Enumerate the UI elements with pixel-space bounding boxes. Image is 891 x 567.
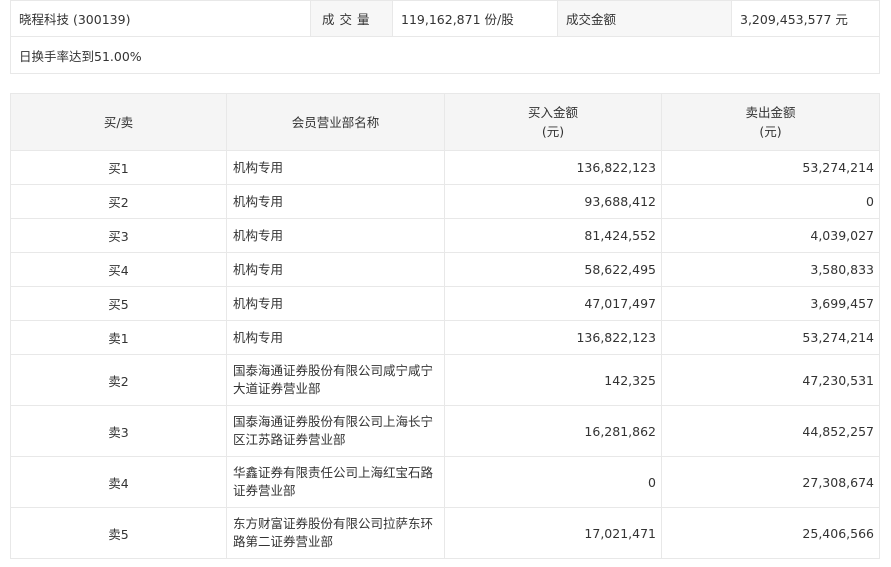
side-cell: 卖3 <box>10 405 227 457</box>
side-cell: 买3 <box>10 218 227 253</box>
table-row: 卖4 华鑫证券有限责任公司上海红宝石路证券营业部 0 27,308,674 <box>10 456 880 508</box>
sell-amount-cell: 53,274,214 <box>661 320 880 355</box>
buy-amount-cell: 142,325 <box>444 354 662 406</box>
buy-amount-cell: 93,688,412 <box>444 184 662 219</box>
table-row: 买5 机构专用 47,017,497 3,699,457 <box>10 286 880 321</box>
side-cell: 买5 <box>10 286 227 321</box>
branch-cell: 国泰海通证券股份有限公司上海长宁区江苏路证券营业部 <box>226 405 445 457</box>
reason-row: 日换手率达到51.00% <box>10 36 880 74</box>
table-row: 买1 机构专用 136,822,123 53,274,214 <box>10 150 880 185</box>
branch-cell: 国泰海通证券股份有限公司咸宁咸宁大道证券营业部 <box>226 354 445 406</box>
header-branch: 会员营业部名称 <box>226 93 445 151</box>
table-row: 卖1 机构专用 136,822,123 53,274,214 <box>10 320 880 355</box>
branch-cell: 机构专用 <box>226 320 445 355</box>
sell-amount-cell: 0 <box>661 184 880 219</box>
table-row: 买3 机构专用 81,424,552 4,039,027 <box>10 218 880 253</box>
branch-cell: 机构专用 <box>226 286 445 321</box>
header-sell-label: 卖出金额 <box>745 105 796 120</box>
sell-amount-cell: 3,699,457 <box>661 286 880 321</box>
side-cell: 买2 <box>10 184 227 219</box>
header-buy-label: 买入金额 <box>527 105 578 120</box>
header-sell-unit: (元) <box>759 124 782 139</box>
sell-amount-cell: 47,230,531 <box>661 354 880 406</box>
sell-amount-cell: 44,852,257 <box>661 405 880 457</box>
table-row: 卖5 东方财富证券股份有限公司拉萨东环路第二证券营业部 17,021,471 2… <box>10 507 880 559</box>
sell-amount-cell: 3,580,833 <box>661 252 880 287</box>
sell-amount-cell: 27,308,674 <box>661 456 880 508</box>
branch-cell: 机构专用 <box>226 150 445 185</box>
table-row: 卖2 国泰海通证券股份有限公司咸宁咸宁大道证券营业部 142,325 47,23… <box>10 354 880 406</box>
side-cell: 卖4 <box>10 456 227 508</box>
table-row: 买2 机构专用 93,688,412 0 <box>10 184 880 219</box>
side-cell: 买4 <box>10 252 227 287</box>
sell-amount-cell: 25,406,566 <box>661 507 880 559</box>
summary-row: 晓程科技 (300139) 成交量 119,162,871 份/股 成交金额 3… <box>10 0 880 37</box>
buy-amount-cell: 58,622,495 <box>444 252 662 287</box>
amount-value: 3,209,453,577 元 <box>731 0 880 37</box>
side-cell: 卖2 <box>10 354 227 406</box>
summary-table: 晓程科技 (300139) 成交量 119,162,871 份/股 成交金额 3… <box>10 0 880 74</box>
buy-amount-cell: 0 <box>444 456 662 508</box>
buy-amount-cell: 136,822,123 <box>444 320 662 355</box>
volume-label: 成交量 <box>310 0 393 37</box>
branch-cell: 华鑫证券有限责任公司上海红宝石路证券营业部 <box>226 456 445 508</box>
branch-cell: 机构专用 <box>226 184 445 219</box>
side-cell: 卖5 <box>10 507 227 559</box>
buy-amount-cell: 16,281,862 <box>444 405 662 457</box>
table-row: 买4 机构专用 58,622,495 3,580,833 <box>10 252 880 287</box>
sell-amount-cell: 4,039,027 <box>661 218 880 253</box>
header-buy-unit: (元) <box>541 124 565 139</box>
listing-reason: 日换手率达到51.00% <box>10 36 880 74</box>
volume-value: 119,162,871 份/股 <box>392 0 558 37</box>
header-buy-amount: 买入金额 (元) <box>444 93 662 151</box>
branch-cell: 机构专用 <box>226 218 445 253</box>
buy-amount-cell: 81,424,552 <box>444 218 662 253</box>
header-sell-amount: 卖出金额 (元) <box>661 93 880 151</box>
table-row: 卖3 国泰海通证券股份有限公司上海长宁区江苏路证券营业部 16,281,862 … <box>10 405 880 457</box>
sell-amount-cell: 53,274,214 <box>661 150 880 185</box>
amount-label: 成交金额 <box>557 0 732 37</box>
buy-amount-cell: 47,017,497 <box>444 286 662 321</box>
side-cell: 卖1 <box>10 320 227 355</box>
trading-branch-table: 买/卖 会员营业部名称 买入金额 (元) 卖出金额 (元) 买1 机构专用 13… <box>10 93 880 559</box>
side-cell: 买1 <box>10 150 227 185</box>
branch-cell: 东方财富证券股份有限公司拉萨东环路第二证券营业部 <box>226 507 445 559</box>
branch-cell: 机构专用 <box>226 252 445 287</box>
stock-name: 晓程科技 (300139) <box>10 0 311 37</box>
header-side: 买/卖 <box>10 93 227 151</box>
stock-info-panel: 晓程科技 (300139) 成交量 119,162,871 份/股 成交金额 3… <box>10 0 880 559</box>
buy-amount-cell: 136,822,123 <box>444 150 662 185</box>
table-header-row: 买/卖 会员营业部名称 买入金额 (元) 卖出金额 (元) <box>10 93 880 151</box>
buy-amount-cell: 17,021,471 <box>444 507 662 559</box>
